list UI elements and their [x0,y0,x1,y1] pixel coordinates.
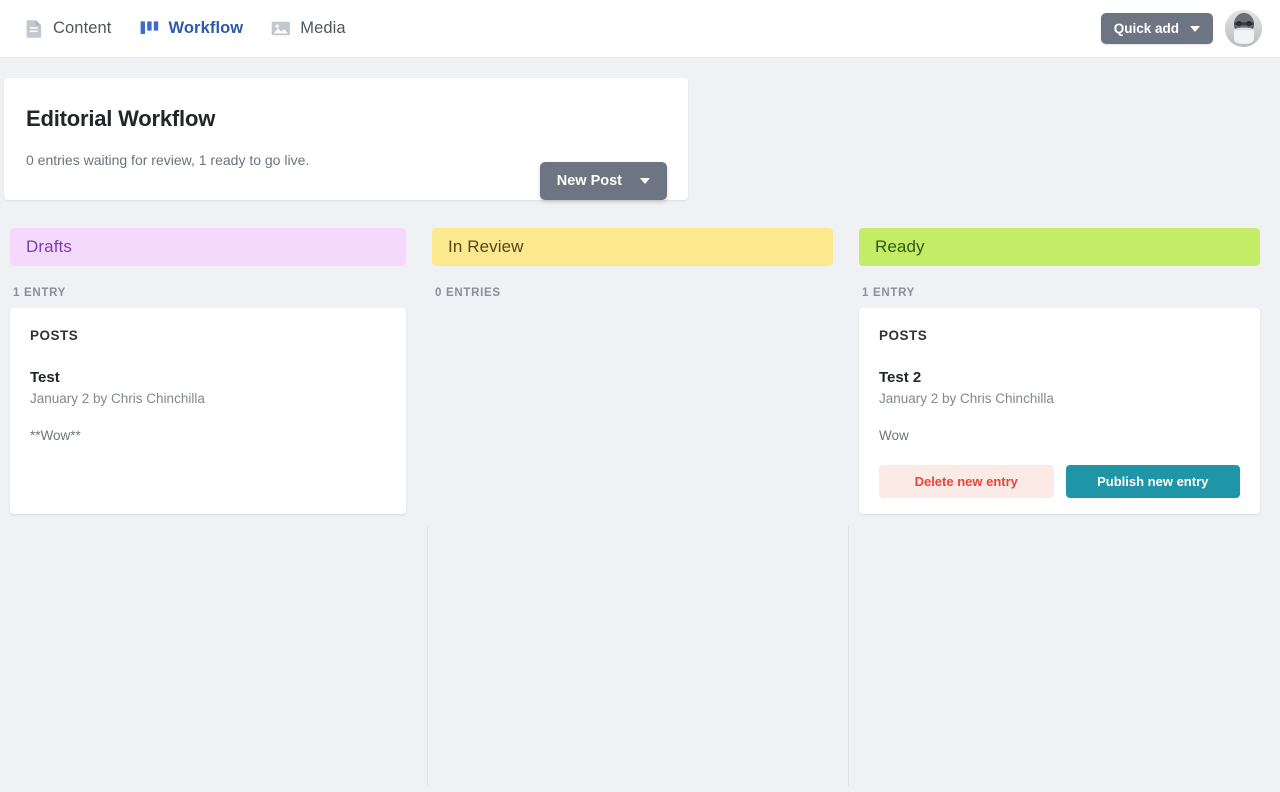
new-post-label: New Post [557,173,622,189]
entry-title: Test [30,369,386,386]
avatar[interactable] [1225,10,1262,47]
board-column-drafts: Drafts 1 ENTRY POSTS Test January 2 by C… [0,228,427,514]
board-column-ready: Ready 1 ENTRY POSTS Test 2 January 2 by … [854,228,1280,514]
delete-new-entry-button[interactable]: Delete new entry [879,465,1054,498]
workflow-board: Drafts 1 ENTRY POSTS Test January 2 by C… [0,228,1280,514]
new-post-button[interactable]: New Post [540,162,667,200]
column-title: Ready [875,237,925,257]
entry-card[interactable]: POSTS Test 2 January 2 by Chris Chinchil… [859,308,1260,514]
quick-add-label: Quick add [1114,21,1179,36]
entry-card[interactable]: POSTS Test January 2 by Chris Chinchilla… [10,308,406,514]
nav-item-media[interactable]: Media [261,11,363,47]
column-divider [848,526,849,786]
nav-item-workflow-label: Workflow [169,19,244,38]
entry-meta: January 2 by Chris Chinchilla [30,391,386,406]
entry-body: **Wow** [30,428,386,443]
column-entry-count: 1 ENTRY [862,287,1260,299]
entry-body: Wow [879,428,1240,443]
nav-item-content-label: Content [53,19,112,38]
quick-add-button[interactable]: Quick add [1101,13,1213,44]
publish-new-entry-button[interactable]: Publish new entry [1066,465,1241,498]
column-entry-count: 1 ENTRY [13,287,406,299]
chevron-down-icon [1190,26,1200,32]
entry-collection: POSTS [30,328,386,343]
page-title: Editorial Workflow [26,106,662,132]
entry-meta: January 2 by Chris Chinchilla [879,391,1240,406]
column-header-in-review: In Review [432,228,833,266]
nav-item-workflow[interactable]: Workflow [130,11,262,47]
page-content: Editorial Workflow 0 entries waiting for… [0,58,1280,514]
document-icon [24,19,44,39]
column-header-ready: Ready [859,228,1260,266]
column-divider [427,526,428,786]
column-entry-count: 0 ENTRIES [435,287,833,299]
nav-right-group: Quick add [1101,10,1270,47]
workflow-summary-card: Editorial Workflow 0 entries waiting for… [4,78,688,200]
board-column-in-review: In Review 0 ENTRIES [427,228,854,514]
columns-icon [140,19,160,39]
image-icon [271,19,291,39]
nav-item-media-label: Media [300,19,345,38]
entry-collection: POSTS [879,328,1240,343]
entry-title: Test 2 [879,369,1240,386]
column-empty-area[interactable] [432,308,833,514]
chevron-down-icon [640,178,650,184]
entry-actions: Delete new entry Publish new entry [879,447,1240,498]
nav-item-content[interactable]: Content [14,11,130,47]
top-navigation-bar: Content Workflow Media [0,0,1280,58]
column-header-drafts: Drafts [10,228,406,266]
column-title: Drafts [26,237,72,257]
column-title: In Review [448,237,524,257]
primary-nav: Content Workflow Media [14,11,364,47]
